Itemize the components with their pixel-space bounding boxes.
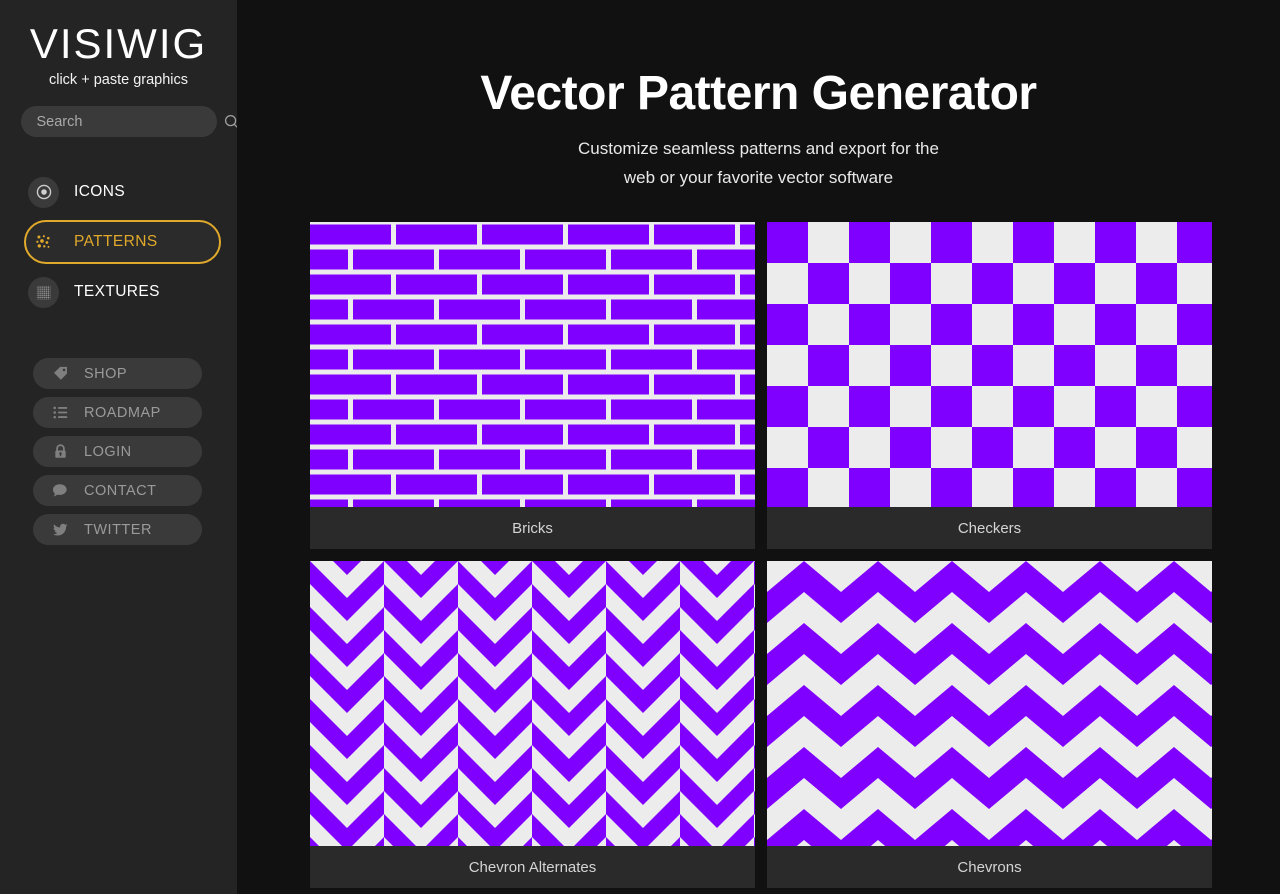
sidebar-item-shop[interactable]: SHOP [33, 358, 202, 390]
page-subtitle-line2: web or your favorite vector software [623, 168, 894, 188]
search-input[interactable] [36, 113, 224, 130]
scattered-dots-icon [28, 227, 59, 258]
sidebar-item-label: PATTERNS [74, 233, 158, 251]
logo-text: VISIWIG [29, 20, 208, 67]
twitter-bird-icon [50, 520, 70, 540]
sidebar-item-label: TEXTURES [74, 283, 160, 301]
sidebar-item-label: SHOP [84, 365, 128, 382]
primary-nav: ICONS PATTERNS TEXTURES [0, 170, 237, 314]
sidebar-item-roadmap[interactable]: ROADMAP [33, 397, 202, 429]
sidebar-item-label: LOGIN [84, 443, 132, 460]
app-root: VISIWIG click + paste graphics Search IC… [0, 0, 1280, 894]
pattern-label: Bricks [310, 507, 755, 549]
search-box[interactable] [20, 106, 237, 138]
brand-logo[interactable]: VISIWIG click + paste graphics [0, 0, 237, 88]
page-title: Vector Pattern Generator [480, 67, 1037, 120]
sidebar-item-patterns[interactable]: PATTERNS [24, 220, 221, 265]
pattern-grid: Bricks Checkers Chevron Alternates Chevr… [310, 222, 1212, 888]
sidebar-item-contact[interactable]: CONTACT [33, 475, 202, 507]
pattern-card-chevron-alternates[interactable]: Chevron Alternates [310, 561, 755, 888]
secondary-nav: SHOP ROADMAP LOGIN CONTACT TWITTER [0, 358, 237, 546]
sidebar-item-label: CONTACT [84, 482, 157, 499]
sidebar-item-textures[interactable]: TEXTURES [24, 270, 221, 314]
tag-icon [50, 364, 70, 384]
sidebar-item-twitter[interactable]: TWITTER [33, 514, 202, 546]
pattern-preview-bricks [310, 222, 755, 507]
main-content: Vector Pattern Generator Customize seaml… [237, 0, 1280, 894]
sidebar: VISIWIG click + paste graphics Search IC… [0, 0, 237, 894]
list-icon [50, 403, 70, 423]
dot-grid-icon [28, 276, 59, 308]
pattern-label: Chevron Alternates [310, 846, 755, 888]
pattern-label: Checkers [767, 507, 1212, 549]
sidebar-item-label: ICONS [74, 183, 126, 201]
pattern-preview-checkers [767, 222, 1212, 507]
chat-bubble-icon [50, 481, 70, 501]
pattern-label: Chevrons [767, 846, 1212, 888]
pattern-preview-chevron-alternates [310, 561, 755, 846]
page-header: Vector Pattern Generator Customize seaml… [237, 0, 1280, 192]
page-subtitle-line1: Customize seamless patterns and export f… [578, 138, 939, 158]
sidebar-item-label: ROADMAP [84, 404, 161, 421]
pattern-card-chevrons[interactable]: Chevrons [767, 561, 1212, 888]
pattern-card-checkers[interactable]: Checkers [767, 222, 1212, 549]
pattern-card-bricks[interactable]: Bricks [310, 222, 755, 549]
sidebar-item-login[interactable]: LOGIN [33, 436, 202, 468]
lock-icon [50, 442, 70, 462]
target-circle-icon [28, 176, 59, 208]
logo-tagline: click + paste graphics [48, 72, 189, 89]
search-icon [224, 114, 237, 130]
pattern-preview-chevrons [767, 561, 1212, 846]
sidebar-item-label: TWITTER [84, 521, 152, 538]
sidebar-item-icons[interactable]: ICONS [24, 170, 221, 214]
